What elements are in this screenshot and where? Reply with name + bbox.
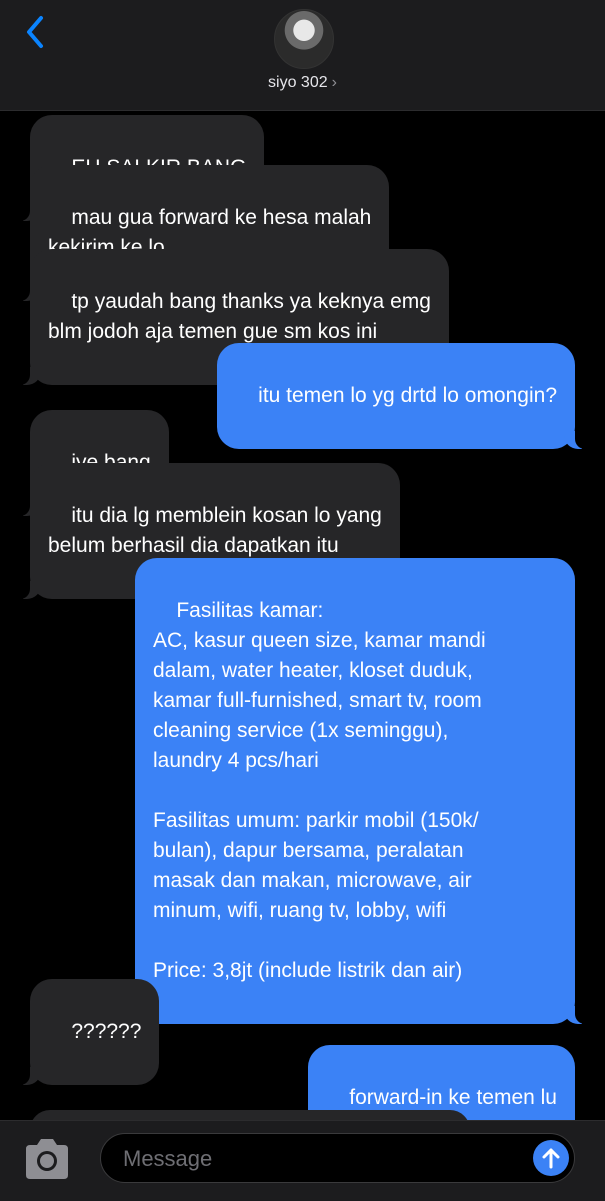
contact-name-button[interactable]: siyo 302 › [0, 74, 605, 92]
message-text: ?????? [71, 1020, 142, 1043]
message-text: itu temen lo yg drtd lo omongin? [258, 384, 557, 407]
message-bubble-outgoing[interactable]: Fasilitas kamar: AC, kasur queen size, k… [135, 558, 588, 1024]
message-bubble-incoming[interactable] [30, 1110, 470, 1120]
avatar[interactable] [274, 9, 334, 69]
message-text: forward-in ke temen lu [349, 1086, 557, 1109]
camera-icon [26, 1139, 68, 1179]
message-bubble-outgoing[interactable]: itu temen lo yg drtd lo omongin? [216, 343, 589, 449]
message-bubble-incoming[interactable]: ?????? [16, 979, 160, 1085]
back-button[interactable] [18, 12, 52, 52]
message-input-container[interactable] [100, 1133, 575, 1183]
message-text: Fasilitas kamar: AC, kasur queen size, k… [153, 599, 486, 982]
message-input[interactable] [121, 1142, 525, 1176]
camera-button[interactable] [22, 1137, 72, 1181]
message-text: itu dia lg memblein kosan lo yang belum … [48, 504, 382, 557]
arrow-up-icon [542, 1148, 560, 1169]
message-thread[interactable]: EH SALKIR BANG mau gua forward ke hesa m… [0, 110, 605, 1120]
message-text: tp yaudah bang thanks ya keknya emg blm … [48, 290, 431, 343]
chevron-left-icon [27, 16, 43, 48]
chevron-right-icon: › [331, 74, 337, 91]
contact-name: siyo 302 [268, 74, 328, 91]
send-button[interactable] [533, 1140, 569, 1176]
composer-bar [0, 1120, 605, 1201]
conversation-header: siyo 302 › [0, 0, 605, 111]
message-bubble-outgoing[interactable]: forward-in ke temen lu [307, 1045, 575, 1120]
